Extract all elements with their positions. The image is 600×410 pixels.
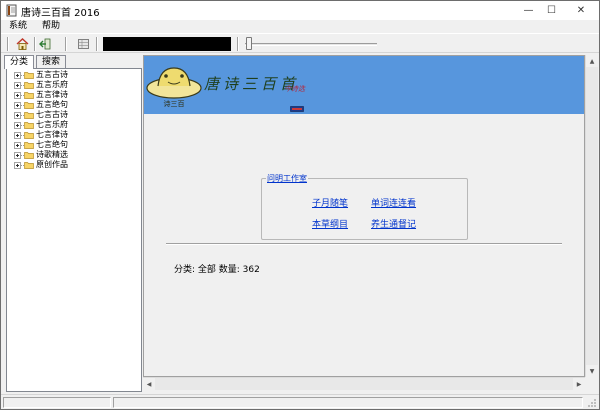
app-window: 唐诗三百首 2016 — ☐ ✕ 系统 帮助 分类 搜索 五言古诗 五言乐府 五… <box>0 0 600 410</box>
folder-icon <box>24 102 34 109</box>
status-pane-main <box>113 397 583 408</box>
tree-expand-icon[interactable] <box>14 121 21 129</box>
folder-icon <box>24 142 34 149</box>
category-count-text: 分类: 全部 数量: 362 <box>174 265 260 275</box>
link-bencao-gangmu[interactable]: 本草纲目 <box>312 217 348 230</box>
exit-icon <box>39 38 51 50</box>
banner-subtitle: 今诗选 <box>284 85 305 93</box>
toolbar-separator <box>65 37 67 51</box>
link-word-match-game[interactable]: 单词连连看 <box>371 196 416 209</box>
tree-item-label: 七言古诗 <box>36 110 68 119</box>
folder-icon <box>24 162 34 169</box>
tree-expand-icon[interactable] <box>14 131 21 139</box>
tree-expand-icon[interactable] <box>14 101 21 109</box>
scroll-down-arrow-icon[interactable]: ▼ <box>586 365 598 377</box>
link-ziyue-essays[interactable]: 子月随笔 <box>312 196 348 209</box>
tree-expand-icon[interactable] <box>14 161 21 169</box>
folder-icon <box>24 132 34 139</box>
status-pane-left <box>3 397 111 408</box>
app-book-icon <box>6 4 17 17</box>
tree-item[interactable]: 七言律诗 <box>7 130 141 140</box>
tree-item[interactable]: 五言古诗 <box>7 70 141 80</box>
folder-icon <box>24 82 34 89</box>
scroll-left-arrow-icon[interactable]: ◀ <box>143 378 155 390</box>
tree-item-label: 原创作品 <box>36 160 68 169</box>
menu-help[interactable]: 帮助 <box>34 20 67 33</box>
tree-expand-icon[interactable] <box>14 91 21 99</box>
title-bar[interactable]: 唐诗三百首 2016 — ☐ ✕ <box>1 1 599 20</box>
category-tree[interactable]: 五言古诗 五言乐府 五言律诗 五言绝句 七言古诗 七言乐府 七言律诗 七言绝句 诗歌精选 原创作品 <box>6 68 142 392</box>
tree-item-label: 诗歌精选 <box>36 150 68 159</box>
tree-item-label: 七言乐府 <box>36 120 68 129</box>
tree-item[interactable]: 七言古诗 <box>7 110 141 120</box>
tree-item[interactable]: 五言绝句 <box>7 100 141 110</box>
tab-search[interactable]: 搜索 <box>36 55 67 68</box>
hat-logo-icon: 诗三百 <box>146 67 202 108</box>
home-button[interactable] <box>14 36 31 52</box>
tree-item[interactable]: 五言律诗 <box>7 90 141 100</box>
tree-expand-icon[interactable] <box>14 71 21 79</box>
tree-item[interactable]: 五言乐府 <box>7 80 141 90</box>
studio-label[interactable]: 问明工作室 <box>266 173 308 184</box>
status-bar <box>1 394 599 409</box>
folder-icon <box>24 72 34 79</box>
tab-strip: 分类 搜索 <box>4 55 67 69</box>
scroll-up-arrow-icon[interactable]: ▲ <box>586 55 598 67</box>
volume-slider-thumb[interactable] <box>246 37 252 50</box>
left-panel: 分类 搜索 五言古诗 五言乐府 五言律诗 五言绝句 七言古诗 七言乐府 七言律诗 七言绝句 诗歌… <box>4 55 142 392</box>
tree-item[interactable]: 诗歌精选 <box>7 150 141 160</box>
minimize-icon: — <box>523 5 534 16</box>
tree-item[interactable]: 七言绝句 <box>7 140 141 150</box>
exit-button[interactable] <box>37 36 54 52</box>
maximize-icon: ☐ <box>547 5 556 16</box>
tree-item-label: 五言律诗 <box>36 90 68 99</box>
content-panel: 诗三百 唐诗三百首 今诗选 问明工作室 子月随笔 单词连连看 本草纲目 养生通督… <box>143 55 585 377</box>
tree-item-label: 五言乐府 <box>36 80 68 89</box>
home-icon <box>16 38 29 50</box>
grid-button[interactable] <box>75 36 92 52</box>
hat-text: 诗三百 <box>164 99 185 108</box>
volume-slider-track[interactable] <box>245 43 377 46</box>
tree-item-label: 五言绝句 <box>36 100 68 109</box>
folder-icon <box>24 122 34 129</box>
minimize-button[interactable]: — <box>517 1 540 20</box>
tree-item[interactable]: 七言乐府 <box>7 120 141 130</box>
tree-item-label: 七言绝句 <box>36 140 68 149</box>
link-health-notes[interactable]: 养生通督记 <box>371 217 416 230</box>
tree-expand-icon[interactable] <box>14 151 21 159</box>
maximize-button[interactable]: ☐ <box>540 1 563 20</box>
menu-system[interactable]: 系统 <box>1 20 34 33</box>
tree-expand-icon[interactable] <box>14 141 21 149</box>
seal-mark-icon <box>290 106 304 112</box>
tree-item-label: 五言古诗 <box>36 70 68 79</box>
banner: 诗三百 唐诗三百首 今诗选 <box>144 56 584 114</box>
tree-item-label: 七言律诗 <box>36 130 68 139</box>
tree-expand-icon[interactable] <box>14 111 21 119</box>
toolbar-separator <box>96 37 98 51</box>
folder-icon <box>24 92 34 99</box>
scroll-right-arrow-icon[interactable]: ▶ <box>573 378 585 390</box>
horizontal-scrollbar[interactable]: ◀ ▶ <box>143 377 585 390</box>
tree-item[interactable]: 原创作品 <box>7 160 141 170</box>
toolbar-separator <box>34 37 36 51</box>
studio-groupbox: 问明工作室 子月随笔 单词连连看 本草纲目 养生通督记 <box>261 173 468 240</box>
close-icon: ✕ <box>576 5 586 16</box>
window-controls: — ☐ ✕ <box>517 1 599 20</box>
vertical-scrollbar[interactable]: ▲ ▼ <box>585 55 598 377</box>
tree-expand-icon[interactable] <box>14 81 21 89</box>
window-title: 唐诗三百首 2016 <box>21 8 100 19</box>
menu-bar: 系统 帮助 <box>1 20 599 33</box>
folder-icon <box>24 152 34 159</box>
content-divider <box>166 243 562 245</box>
toolbar-separator <box>7 37 9 51</box>
tab-category[interactable]: 分类 <box>4 55 35 69</box>
toolbar <box>1 33 599 53</box>
folder-icon <box>24 112 34 119</box>
close-button[interactable]: ✕ <box>563 1 599 20</box>
text-display-box <box>103 37 231 51</box>
resize-grip-icon[interactable] <box>587 398 597 408</box>
toolbar-separator <box>237 37 239 51</box>
grid-icon <box>78 39 89 49</box>
